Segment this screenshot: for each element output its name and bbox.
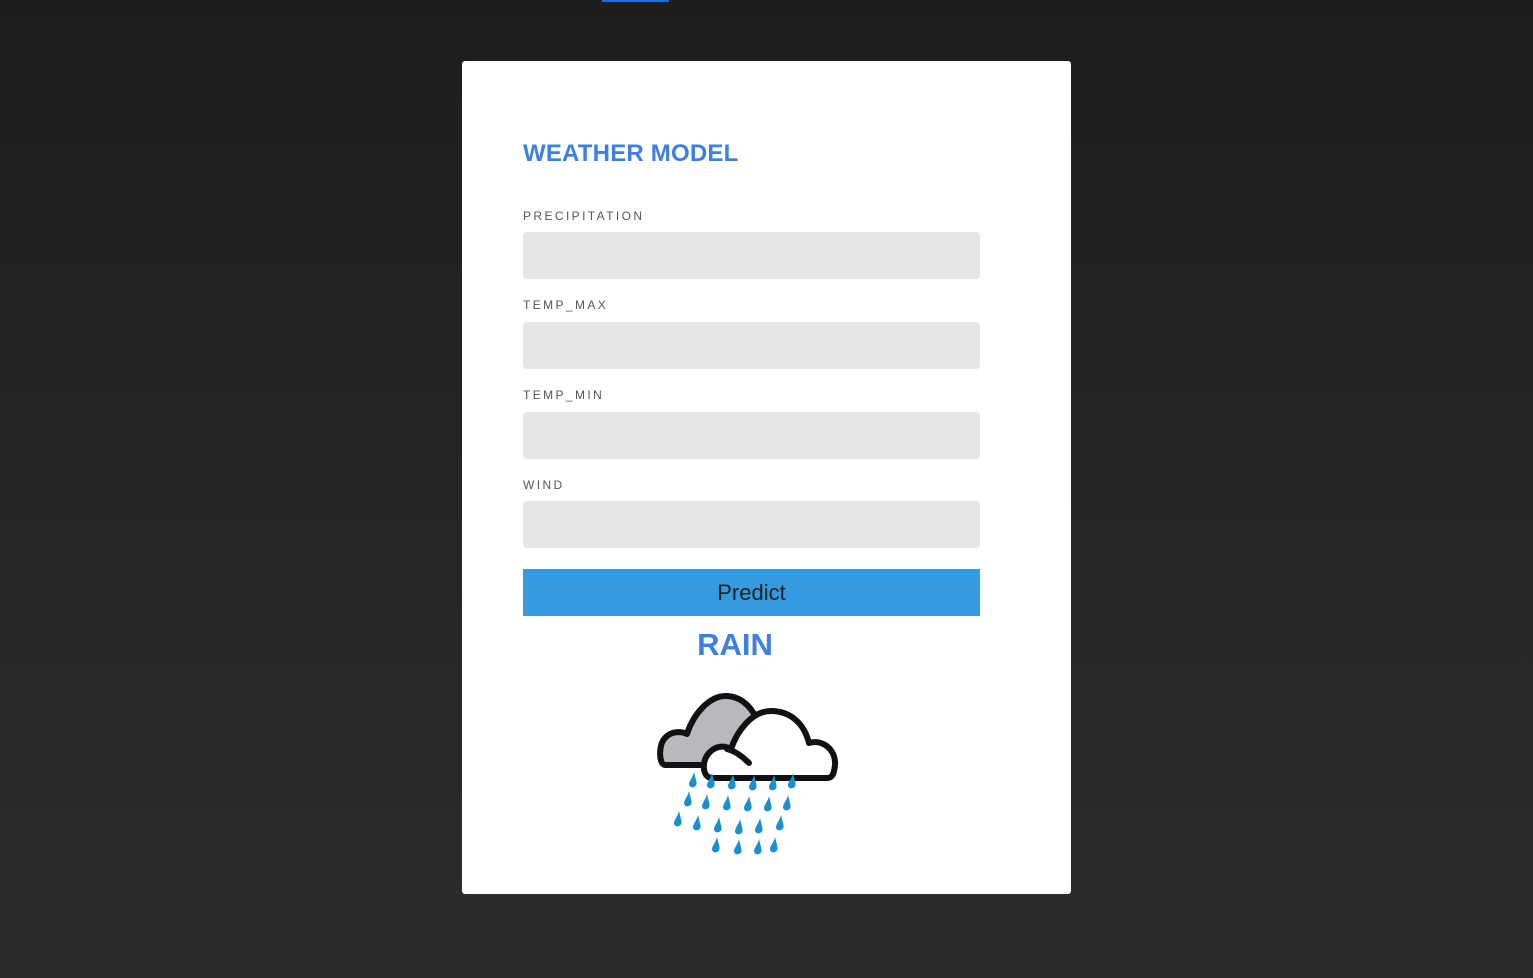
temp-max-input[interactable] <box>523 322 980 369</box>
rain-cloud-icon <box>657 693 838 855</box>
top-accent-bar <box>602 0 669 2</box>
prediction-result: RAIN <box>697 627 773 662</box>
temp-max-label: TEMP_MAX <box>523 298 609 312</box>
precipitation-input[interactable] <box>523 232 980 279</box>
predict-button[interactable]: Predict <box>523 569 980 616</box>
prediction-form-card: WEATHER MODEL PRECIPITATION TEMP_MAX TEM… <box>462 61 1071 894</box>
temp-min-label: TEMP_MIN <box>523 388 605 402</box>
wind-label: WIND <box>523 478 565 492</box>
precipitation-label: PRECIPITATION <box>523 209 645 223</box>
form-title: WEATHER MODEL <box>523 140 739 167</box>
temp-min-input[interactable] <box>523 412 980 459</box>
wind-input[interactable] <box>523 501 980 548</box>
